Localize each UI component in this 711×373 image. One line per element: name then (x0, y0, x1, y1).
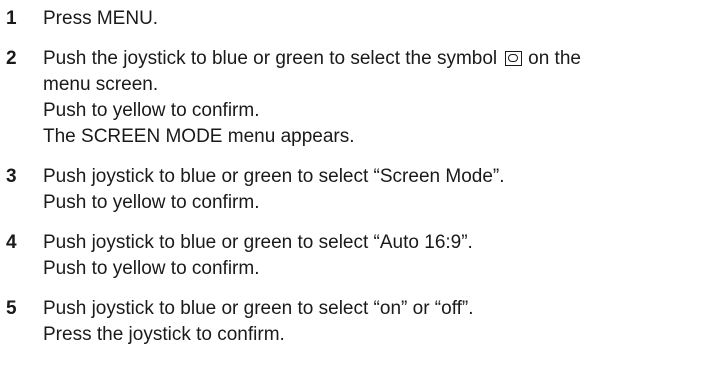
step-line: Push to yellow to confirm. (43, 100, 260, 121)
step-line: menu screen. (43, 74, 159, 95)
step-line: Push joystick to blue or green to select… (43, 232, 473, 253)
step-5: 5 Push joystick to blue or green to sele… (0, 296, 711, 348)
step-3: 3 Push joystick to blue or green to sele… (0, 164, 711, 216)
step-number: 2 (6, 48, 17, 69)
step-line: The SCREEN MODE menu appears. (43, 126, 355, 147)
step-line: Push to yellow to confirm. (43, 258, 260, 279)
step-line-part: on the (528, 48, 581, 69)
step-text: Push the joystick to blue or green to se… (43, 46, 711, 150)
step-number: 4 (6, 232, 17, 253)
step-line: Press the joystick to confirm. (43, 324, 285, 345)
step-text: Push joystick to blue or green to select… (43, 164, 711, 216)
step-line: Press MENU. (43, 8, 159, 29)
instruction-steps: 1 Press MENU. 2 Push the joystick to blu… (0, 6, 711, 362)
step-line: Push joystick to blue or green to select… (43, 298, 474, 319)
step-4: 4 Push joystick to blue or green to sele… (0, 230, 711, 282)
step-line: Push to yellow to confirm. (43, 192, 260, 213)
step-text: Push joystick to blue or green to select… (43, 230, 711, 282)
step-number: 1 (6, 8, 17, 29)
step-number: 5 (6, 298, 17, 319)
step-number: 3 (6, 166, 17, 187)
step-2: 2 Push the joystick to blue or green to … (0, 46, 711, 150)
screen-symbol-icon (505, 51, 523, 66)
step-text: Press MENU. (43, 6, 711, 32)
step-text: Push joystick to blue or green to select… (43, 296, 711, 348)
step-line-part: Push the joystick to blue or green to se… (43, 48, 498, 69)
step-line: Push the joystick to blue or green to se… (43, 46, 711, 72)
step-line: Push joystick to blue or green to select… (43, 166, 505, 187)
step-1: 1 Press MENU. (0, 6, 711, 32)
